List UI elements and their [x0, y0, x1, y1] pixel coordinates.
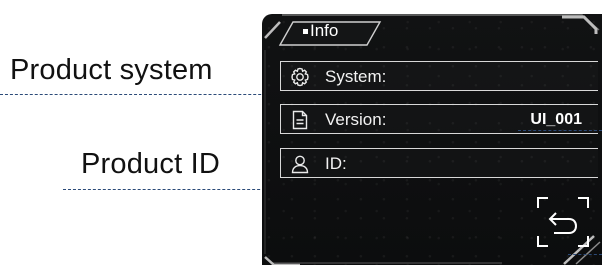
- product-id-leader-line: [63, 189, 290, 190]
- system-row[interactable]: System:: [280, 61, 598, 91]
- back-button-leader-line: [568, 254, 602, 255]
- user-icon: [291, 155, 309, 174]
- product-system-callout: Product system: [10, 54, 213, 86]
- version-label: Version:: [325, 110, 387, 129]
- return-arrow-icon: [537, 197, 589, 247]
- id-label: ID:: [325, 154, 347, 173]
- version-value: UI_001: [530, 111, 582, 128]
- system-label: System:: [325, 67, 387, 86]
- product-id-callout: Product ID: [81, 148, 220, 180]
- document-icon: [292, 110, 308, 130]
- gear-icon: [291, 67, 309, 87]
- tab-info[interactable]: Info: [310, 21, 338, 41]
- tab-bullet: [303, 29, 308, 34]
- back-button[interactable]: [536, 196, 590, 248]
- device-screen: Info System: Version: UI_001 ID:: [262, 14, 602, 265]
- product-system-leader-line: [0, 94, 286, 95]
- id-row[interactable]: ID:: [280, 148, 598, 178]
- version-leader-line: [518, 130, 602, 131]
